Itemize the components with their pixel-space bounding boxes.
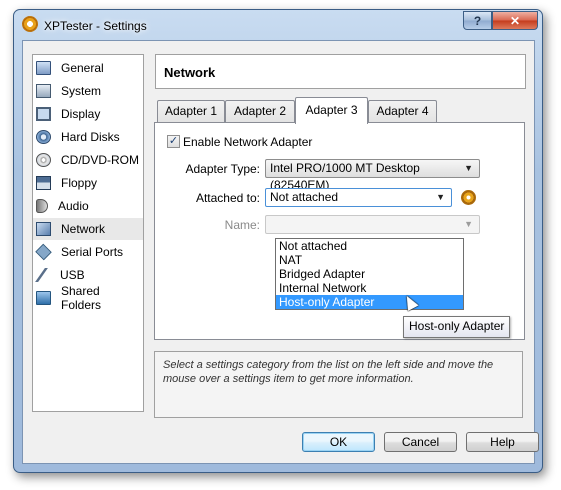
sidebar-item-label: Hard Disks xyxy=(61,130,120,144)
sidebar-item-network[interactable]: Network xyxy=(33,218,143,240)
sidebar-item-label: Network xyxy=(61,222,106,236)
close-button[interactable]: ✕ xyxy=(492,11,538,30)
name-select: ▼ xyxy=(265,215,480,234)
enable-adapter-label[interactable]: Enable Network Adapter xyxy=(183,135,312,149)
serial-ports-icon xyxy=(35,243,52,261)
help-button[interactable]: Help xyxy=(466,432,539,452)
attached-to-value: Not attached xyxy=(270,190,339,204)
cancel-button[interactable]: Cancel xyxy=(384,432,457,452)
general-icon xyxy=(36,61,51,75)
floppy-icon xyxy=(36,176,51,190)
tooltip: Host-only Adapter xyxy=(403,316,511,338)
settings-window: XPTester - Settings ? ✕ General System D… xyxy=(13,9,543,473)
page-header: Network xyxy=(155,54,526,89)
dropdown-option[interactable]: Not attached xyxy=(276,239,463,253)
dialog-client-area: General System Display Hard Disks CD/DVD… xyxy=(22,40,539,464)
adapter-type-label: Adapter Type: xyxy=(185,162,261,176)
sidebar-item-usb[interactable]: USB xyxy=(33,264,143,286)
page-title: Network xyxy=(164,65,216,80)
sidebar-item-serial-ports[interactable]: Serial Ports xyxy=(33,241,143,263)
enable-adapter-checkbox[interactable]: ✓ xyxy=(167,135,180,148)
info-panel: Select a settings category from the list… xyxy=(154,351,523,418)
sidebar-item-label: Floppy xyxy=(61,176,98,190)
sidebar-item-general[interactable]: General xyxy=(33,57,143,79)
dropdown-option[interactable]: Bridged Adapter xyxy=(276,267,463,281)
sidebar-item-floppy[interactable]: Floppy xyxy=(33,172,143,194)
network-icon xyxy=(36,222,51,236)
tab-adapter-2[interactable]: Adapter 2 xyxy=(225,100,295,122)
sidebar-item-label: General xyxy=(61,61,104,75)
usb-icon xyxy=(35,268,52,282)
dropdown-option[interactable]: Internal Network xyxy=(276,281,463,295)
sidebar-item-label: Audio xyxy=(58,199,89,213)
chevron-down-icon: ▼ xyxy=(464,163,473,173)
sidebar-item-hard-disks[interactable]: Hard Disks xyxy=(33,126,143,148)
tab-adapter-1[interactable]: Adapter 1 xyxy=(157,100,225,122)
settings-category-list[interactable]: General System Display Hard Disks CD/DVD… xyxy=(32,54,144,412)
sidebar-item-label: System xyxy=(61,84,102,98)
tab-adapter-4[interactable]: Adapter 4 xyxy=(368,100,437,122)
title-bar[interactable]: XPTester - Settings ? ✕ xyxy=(14,10,542,40)
sidebar-item-audio[interactable]: Audio xyxy=(33,195,143,217)
attached-to-dropdown-list[interactable]: Not attached NAT Bridged Adapter Interna… xyxy=(275,238,464,310)
adapter-type-select[interactable]: Intel PRO/1000 MT Desktop (82540EM) ▼ xyxy=(265,159,480,192)
sidebar-item-label: Serial Ports xyxy=(61,245,124,259)
hard-disk-icon xyxy=(36,130,51,144)
sidebar-item-label: USB xyxy=(60,268,85,282)
cd-dvd-icon xyxy=(36,153,51,167)
sidebar-item-label: CD/DVD-ROM xyxy=(61,153,139,167)
sidebar-item-label: Shared Folders xyxy=(61,284,102,312)
display-icon xyxy=(36,107,51,121)
attached-to-select[interactable]: Not attached ▼ xyxy=(265,188,452,207)
dropdown-option-highlighted[interactable]: Host-only Adapter xyxy=(276,295,463,309)
chevron-down-icon: ▼ xyxy=(436,192,445,202)
sidebar-item-cd-dvd-rom[interactable]: CD/DVD-ROM xyxy=(33,149,143,171)
settings-gear-icon[interactable] xyxy=(461,190,476,205)
virtualbox-gear-icon xyxy=(22,16,38,32)
help-caption-button[interactable]: ? xyxy=(463,11,492,30)
sidebar-item-system[interactable]: System xyxy=(33,80,143,102)
system-icon xyxy=(36,84,51,98)
sidebar-item-display[interactable]: Display xyxy=(33,103,143,125)
sidebar-item-label: Display xyxy=(61,107,101,121)
ok-button[interactable]: OK xyxy=(302,432,375,452)
dropdown-option[interactable]: NAT xyxy=(276,253,463,267)
name-label: Name: xyxy=(224,218,260,232)
tab-adapter-3[interactable]: Adapter 3 xyxy=(295,97,368,124)
sidebar-item-shared-folders[interactable]: Shared Folders xyxy=(33,284,143,312)
chevron-down-icon: ▼ xyxy=(464,219,473,229)
window-title: XPTester - Settings xyxy=(44,19,147,33)
attached-to-label: Attached to: xyxy=(195,191,260,205)
audio-icon xyxy=(36,199,48,213)
shared-folders-icon xyxy=(36,291,51,305)
